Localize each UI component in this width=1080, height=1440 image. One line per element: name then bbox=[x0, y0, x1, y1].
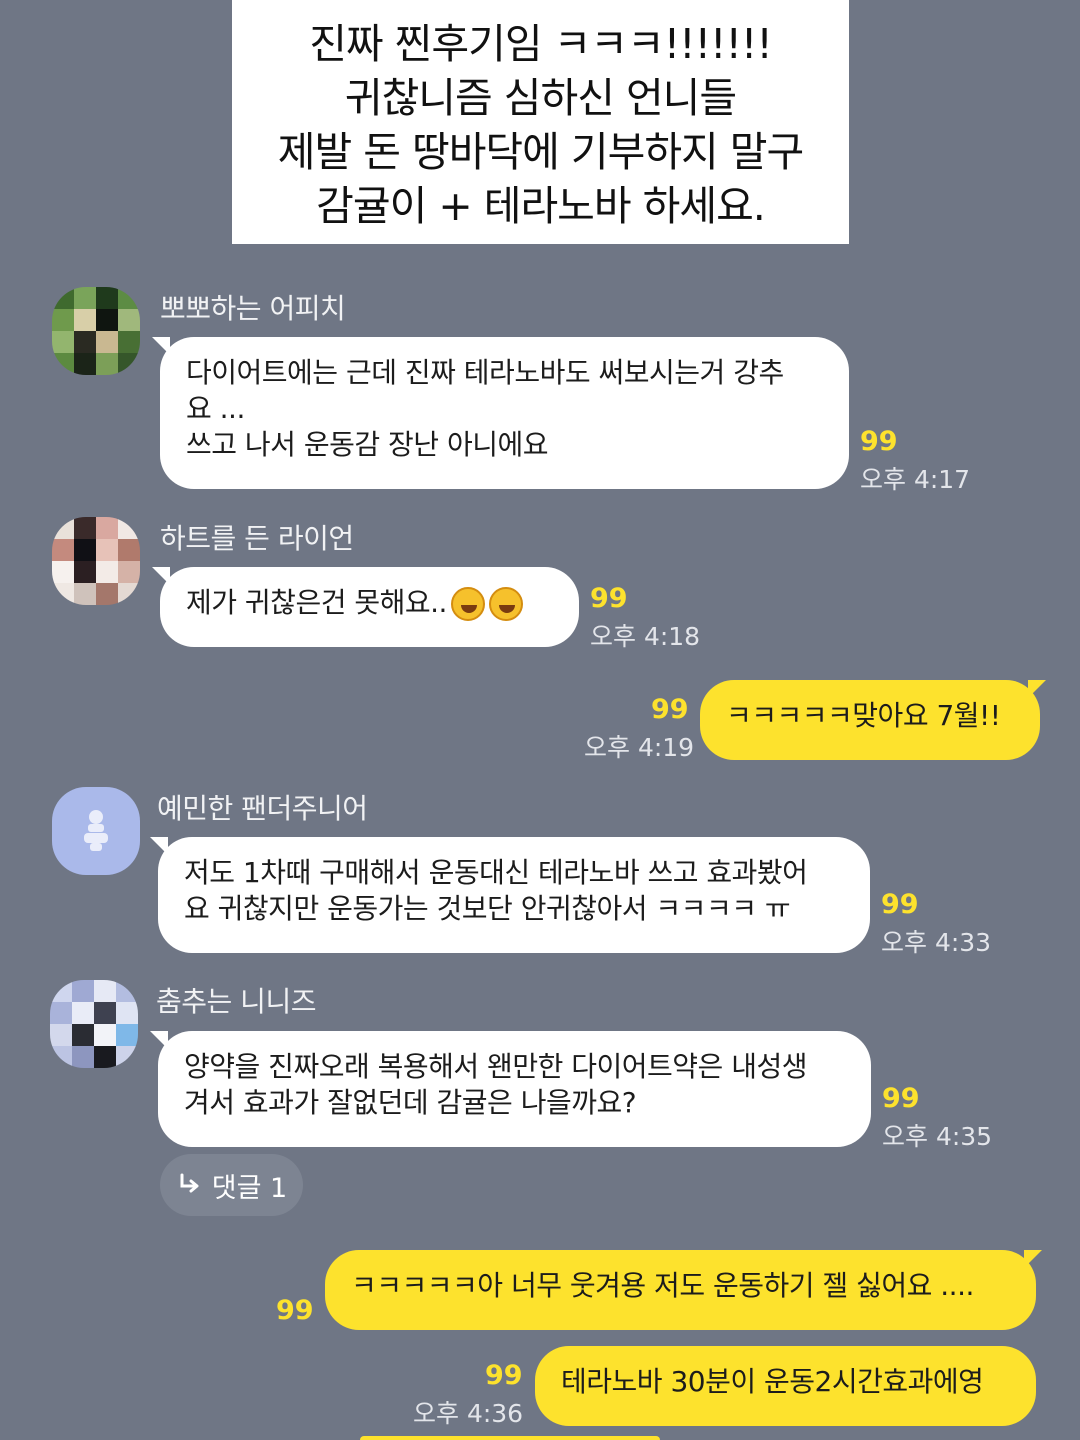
message-text: 요 귀찮지만 운동가는 것보단 안귀찮아서 ㅋㅋㅋㅋ ㅠ bbox=[184, 892, 791, 925]
unread-count: 99 bbox=[590, 583, 628, 614]
bubble-tail bbox=[1028, 680, 1046, 698]
avatar-niniz[interactable] bbox=[50, 980, 138, 1068]
message-bubble[interactable]: 다이어트에는 근데 진짜 테라노바도 써보시는거 강추 요 ... 쓰고 나서 … bbox=[160, 337, 849, 489]
message-text: 제가 귀찮은건 못해요.. bbox=[186, 586, 447, 619]
message-bubble[interactable]: 제가 귀찮은건 못해요.. bbox=[160, 567, 579, 647]
reply-thread-button[interactable]: 댓글 1 bbox=[160, 1154, 303, 1216]
banner-line: 감귤이 + 테라노바 하세요. bbox=[316, 182, 766, 230]
avatar-peach[interactable] bbox=[52, 287, 140, 375]
timestamp: 오후 4:36 bbox=[413, 1399, 524, 1428]
unread-count: 99 bbox=[860, 426, 898, 457]
message-text: 테라노바 30분이 운동2시간효과에영 bbox=[561, 1365, 984, 1398]
sender-name: 춤추는 니니즈 bbox=[156, 985, 316, 1018]
default-avatar-icon bbox=[84, 810, 108, 851]
sender-name: 하트를 든 라이언 bbox=[160, 522, 354, 555]
reply-arrow-icon bbox=[180, 1173, 199, 1193]
message-text: ㅋㅋㅋㅋㅋ맞아요 7월!! bbox=[726, 699, 1001, 732]
unread-count: 99 bbox=[651, 694, 689, 725]
message-text: 쓰고 나서 운동감 장난 아니에요 bbox=[186, 428, 548, 461]
banner-line: 진짜 찐후기임 ㅋㅋㅋ!!!!!!! bbox=[309, 20, 773, 68]
message-text: ㅋㅋㅋㅋㅋ아 너무 웃겨용 저도 운동하기 젤 싫어요 .... bbox=[351, 1269, 974, 1302]
timestamp: 오후 4:18 bbox=[590, 622, 701, 651]
timestamp: 오후 4:35 bbox=[882, 1122, 993, 1151]
message-bubble[interactable]: 양약을 진짜오래 복용해서 왠만한 다이어트약은 내성생 겨서 효과가 잘없던데… bbox=[158, 1031, 871, 1147]
avatar-ryan[interactable] bbox=[52, 517, 140, 605]
message-text: 요 ... bbox=[186, 392, 245, 425]
avatar-panda-junior[interactable] bbox=[52, 787, 140, 875]
unread-count: 99 bbox=[882, 1083, 920, 1114]
rolling-laughing-emoji-icon bbox=[450, 587, 485, 621]
next-message-edge bbox=[360, 1436, 660, 1440]
banner-line: 제발 돈 땅바닥에 기부하지 말구 bbox=[277, 128, 804, 176]
my-message-bubble[interactable]: ㅋㅋㅋㅋㅋ아 너무 웃겨용 저도 운동하기 젤 싫어요 .... bbox=[325, 1250, 1036, 1330]
message-text: 저도 1차때 구매해서 운동대신 테라노바 쓰고 효과봤어 bbox=[184, 856, 808, 889]
my-message-bubble[interactable]: ㅋㅋㅋㅋㅋ맞아요 7월!! bbox=[700, 680, 1040, 760]
message-text: 양약을 진짜오래 복용해서 왠만한 다이어트약은 내성생 bbox=[184, 1050, 807, 1083]
message-text: 다이어트에는 근데 진짜 테라노바도 써보시는거 강추 bbox=[186, 356, 784, 389]
unread-count: 99 bbox=[276, 1295, 314, 1326]
bubble-tail bbox=[1024, 1250, 1042, 1268]
unread-count: 99 bbox=[485, 1360, 523, 1391]
reply-count-label: 댓글 1 bbox=[211, 1172, 288, 1204]
sender-name: 뽀뽀하는 어피치 bbox=[160, 292, 346, 325]
message-bubble[interactable]: 저도 1차때 구매해서 운동대신 테라노바 쓰고 효과봤어 요 귀찮지만 운동가… bbox=[158, 837, 870, 953]
timestamp: 오후 4:33 bbox=[881, 928, 992, 957]
timestamp: 오후 4:17 bbox=[860, 465, 971, 494]
message-text: 겨서 효과가 잘없던데 감귤은 나을까요? bbox=[184, 1086, 637, 1119]
banner-line: 귀찮니즘 심하신 언니들 bbox=[344, 74, 737, 122]
unread-count: 99 bbox=[881, 889, 919, 920]
timestamp: 오후 4:19 bbox=[584, 733, 695, 762]
my-message-bubble[interactable]: 테라노바 30분이 운동2시간효과에영 bbox=[535, 1346, 1036, 1426]
rolling-laughing-emoji-icon bbox=[488, 587, 523, 621]
sender-name: 예민한 팬더주니어 bbox=[157, 792, 368, 825]
caption-banner: 진짜 찐후기임 ㅋㅋㅋ!!!!!!! 귀찮니즘 심하신 언니들 제발 돈 땅바닥… bbox=[232, 0, 849, 244]
